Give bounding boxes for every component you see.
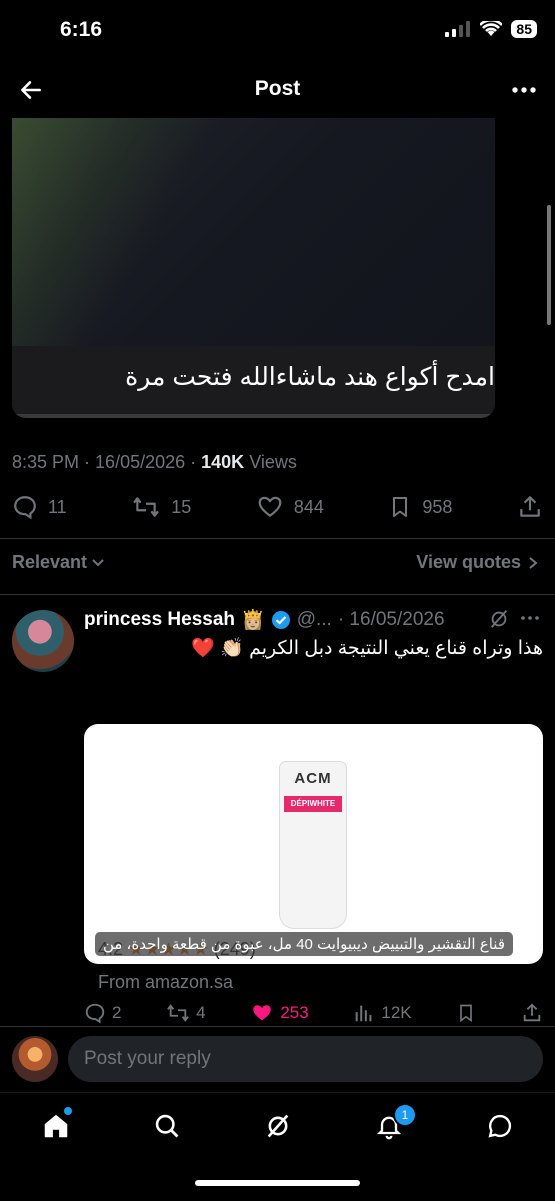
notification-badge: 1 bbox=[393, 1103, 417, 1127]
reply-views-button[interactable]: 12K bbox=[353, 1002, 412, 1024]
post-meta: 8:35 PM · 16/05/2026 · 140K Views bbox=[12, 452, 297, 472]
analytics-icon bbox=[356, 1005, 372, 1022]
user-handle: @... bbox=[296, 609, 332, 630]
bookmark-button[interactable]: 958 bbox=[388, 494, 452, 520]
grok-icon bbox=[490, 610, 508, 628]
reply-repost-button[interactable]: 4 bbox=[166, 1002, 206, 1024]
product-brand: ACM bbox=[294, 770, 332, 787]
tab-search[interactable] bbox=[147, 1109, 187, 1143]
page-title: Post bbox=[254, 77, 301, 100]
product-line: DÉPIWHITE bbox=[284, 796, 342, 812]
search-icon bbox=[155, 1114, 179, 1138]
reply-button[interactable]: 11 bbox=[12, 494, 67, 520]
status-indicators: 85 bbox=[445, 20, 537, 38]
reply-reply-count: 2 bbox=[112, 1003, 122, 1022]
product-image: ACM DÉPIWHITE bbox=[280, 762, 346, 928]
repost-button[interactable]: 15 bbox=[131, 494, 191, 520]
view-quotes-link[interactable]: View quotes bbox=[416, 552, 539, 573]
views-count: 140K bbox=[201, 452, 245, 472]
reply-reply-button[interactable]: 2 bbox=[84, 1002, 121, 1024]
reply-bookmark-button[interactable] bbox=[456, 1002, 476, 1024]
user-name[interactable]: princess Hessah bbox=[84, 609, 235, 631]
home-indicator bbox=[195, 1180, 360, 1186]
tab-notifications[interactable]: 1 bbox=[369, 1103, 417, 1143]
share-icon bbox=[520, 496, 540, 517]
wifi-icon bbox=[480, 21, 503, 36]
reply-input[interactable] bbox=[68, 1036, 543, 1082]
card-source[interactable]: From amazon.sa bbox=[98, 972, 233, 993]
reply-repost-count: 4 bbox=[196, 1003, 206, 1022]
reply-text: هذا وتراه قناع يعني النتيجة دبل الكريم 👏… bbox=[191, 638, 543, 659]
home-new-dot bbox=[64, 1107, 72, 1115]
comment-icon bbox=[85, 1003, 105, 1024]
tab-messages[interactable] bbox=[480, 1109, 520, 1143]
comment-icon bbox=[14, 496, 36, 520]
reply-date: · 16/05/2026 bbox=[337, 609, 445, 630]
post-date: 16/05/2026 bbox=[95, 452, 186, 472]
heart-filled-icon bbox=[253, 1005, 272, 1021]
signal-icon bbox=[445, 21, 471, 37]
share-icon bbox=[523, 1003, 541, 1022]
reply-like-count: 253 bbox=[280, 1003, 309, 1022]
post-video[interactable]: امدح أكواع هند ماشاءالله فتحت مرة bbox=[12, 118, 495, 418]
tab-grok[interactable] bbox=[258, 1109, 298, 1143]
chat-icon bbox=[488, 1114, 512, 1138]
reply-count: 11 bbox=[48, 496, 67, 517]
share-button[interactable] bbox=[517, 494, 543, 520]
grok-icon bbox=[267, 1114, 289, 1138]
status-time: 6:16 bbox=[60, 18, 103, 41]
more-icon bbox=[521, 616, 539, 620]
product-card[interactable]: ACM DÉPIWHITE 4.2 ★★★★★ (249) قناع التقش… bbox=[84, 724, 543, 964]
my-avatar[interactable] bbox=[12, 1036, 58, 1082]
repost-count: 15 bbox=[171, 496, 192, 517]
name-emoji: 👸🏼 bbox=[241, 610, 265, 631]
reply-actions: 2 4 253 12K bbox=[84, 1002, 543, 1024]
home-icon bbox=[44, 1114, 68, 1138]
verified-badge-icon bbox=[271, 611, 290, 629]
reply-like-button[interactable]: 253 bbox=[250, 1002, 309, 1024]
heart-icon bbox=[258, 496, 282, 517]
reply-header: princess Hessah 👸🏼 @... · 16/05/2026 bbox=[84, 608, 445, 632]
reply-more-button[interactable] bbox=[520, 608, 540, 633]
post-actions: 11 15 844 958 bbox=[12, 494, 543, 520]
chevron-down-icon bbox=[92, 558, 104, 566]
more-icon bbox=[512, 87, 536, 93]
repost-icon bbox=[133, 497, 160, 517]
video-caption: امدح أكواع هند ماشاءالله فتحت مرة bbox=[125, 363, 495, 391]
bookmark-icon bbox=[460, 1004, 473, 1023]
view-quotes-label: View quotes bbox=[416, 552, 521, 572]
like-count: 844 bbox=[293, 496, 324, 517]
repost-icon bbox=[167, 1004, 189, 1022]
reply-views-count: 12K bbox=[381, 1003, 412, 1022]
views-label: Views bbox=[249, 452, 297, 472]
divider bbox=[0, 594, 555, 595]
divider bbox=[0, 1026, 555, 1027]
sort-label: Relevant bbox=[12, 552, 88, 572]
reply-share-button[interactable] bbox=[521, 1002, 543, 1024]
battery-indicator: 85 bbox=[511, 20, 537, 38]
bookmark-count: 958 bbox=[422, 496, 453, 517]
post-time: 8:35 PM bbox=[12, 452, 80, 472]
avatar[interactable] bbox=[12, 610, 74, 672]
video-progress-bar[interactable] bbox=[12, 414, 495, 418]
scrollbar[interactable] bbox=[547, 205, 551, 325]
tab-home[interactable] bbox=[36, 1107, 76, 1143]
divider bbox=[0, 538, 555, 539]
chevron-right-icon bbox=[529, 556, 538, 569]
product-title: قناع التقشير والتبييض ديبيوايت 40 مل، عب… bbox=[94, 932, 513, 956]
sort-dropdown[interactable]: Relevant bbox=[12, 552, 105, 573]
bookmark-icon bbox=[393, 497, 408, 517]
grok-button[interactable] bbox=[488, 608, 510, 635]
like-button[interactable]: 844 bbox=[256, 494, 324, 520]
more-options-button[interactable] bbox=[511, 80, 537, 105]
